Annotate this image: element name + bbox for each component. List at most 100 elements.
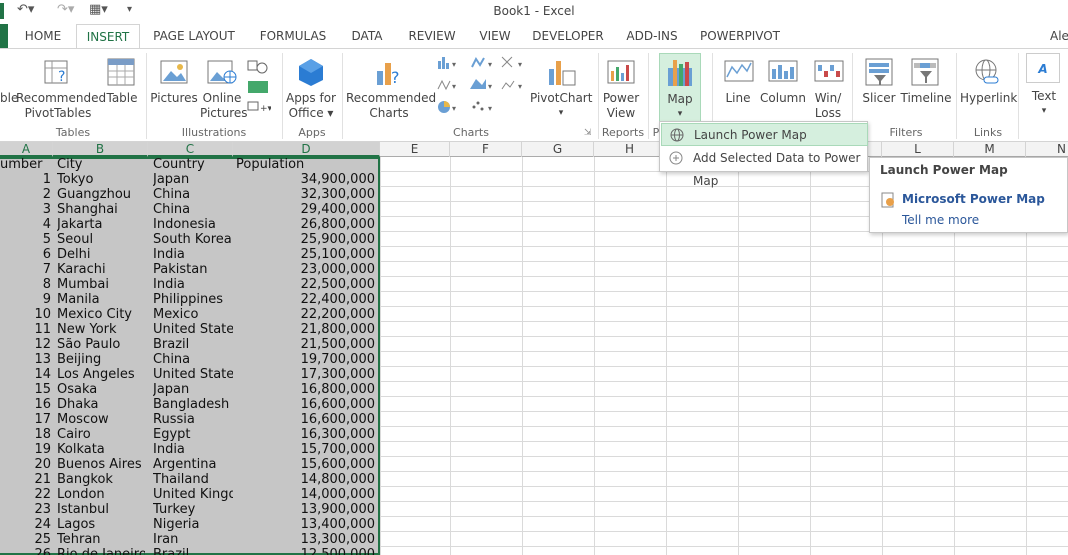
tooltip-power-map-link[interactable]: Microsoft Power Map	[902, 192, 1045, 206]
cell-number[interactable]: 9	[0, 292, 53, 307]
cell-number[interactable]: 5	[0, 232, 53, 247]
cell-number[interactable]: 1	[0, 172, 53, 187]
cell-country[interactable]: United State	[153, 367, 233, 382]
cell-country[interactable]: United Kingd	[153, 487, 233, 502]
cell-country[interactable]: Indonesia	[153, 217, 233, 232]
cell-population[interactable]: 32,300,000	[236, 187, 377, 202]
cell-city[interactable]: Los Angeles	[57, 367, 145, 382]
map-button[interactable]: Map ▾	[659, 53, 701, 123]
cell-city[interactable]: São Paulo	[57, 337, 145, 352]
cell-country[interactable]: Brazil	[153, 337, 233, 352]
recommended-pivottables-button[interactable]: Recommended PivotTables	[16, 91, 106, 121]
header-population[interactable]: Population	[236, 157, 377, 172]
account-name[interactable]: Ale	[1050, 24, 1068, 48]
sparkline-column-button[interactable]: Column	[760, 91, 806, 106]
cell-city[interactable]: Seoul	[57, 232, 145, 247]
online-pictures-button[interactable]: Online Pictures	[200, 91, 248, 121]
cell-number[interactable]: 10	[0, 307, 53, 322]
column-header-b[interactable]: B	[53, 142, 148, 157]
tab-view[interactable]: VIEW	[474, 24, 516, 48]
cell-population[interactable]: 25,900,000	[236, 232, 377, 247]
cell-country[interactable]: Pakistan	[153, 262, 233, 277]
cell-population[interactable]: 25,100,000	[236, 247, 377, 262]
cell-number[interactable]: 21	[0, 472, 53, 487]
cell-population[interactable]: 14,000,000	[236, 487, 377, 502]
column-header-h[interactable]: H	[594, 142, 666, 157]
cell-city[interactable]: Osaka	[57, 382, 145, 397]
column-header-n[interactable]: N	[1026, 142, 1068, 157]
cell-number[interactable]: 13	[0, 352, 53, 367]
cell-number[interactable]: 11	[0, 322, 53, 337]
cell-population[interactable]: 16,800,000	[236, 382, 377, 397]
cell-city[interactable]: Bangkok	[57, 472, 145, 487]
power-view-button[interactable]: Power View	[600, 91, 642, 121]
cell-number[interactable]: 26	[0, 547, 53, 555]
cell-city[interactable]: Dhaka	[57, 397, 145, 412]
cell-country[interactable]: India	[153, 247, 233, 262]
cell-country[interactable]: China	[153, 187, 233, 202]
sparkline-line-button[interactable]: Line	[718, 91, 758, 106]
cell-number[interactable]: 17	[0, 412, 53, 427]
cell-population[interactable]: 15,700,000	[236, 442, 377, 457]
add-selected-data-item[interactable]: Add Selected Data to Power Map	[661, 147, 868, 188]
recommended-charts-button[interactable]: Recommended Charts	[346, 91, 436, 121]
tab-home[interactable]: HOME	[14, 24, 72, 48]
cell-number[interactable]: 25	[0, 532, 53, 547]
column-header-a[interactable]: A	[0, 142, 53, 157]
pivotchart-button[interactable]: PivotChart ▾	[530, 91, 592, 121]
cell-population[interactable]: 16,600,000	[236, 412, 377, 427]
cell-population[interactable]: 26,800,000	[236, 217, 377, 232]
cell-country[interactable]: Japan	[153, 382, 233, 397]
cell-country[interactable]: Philippines	[153, 292, 233, 307]
cell-population[interactable]: 22,500,000	[236, 277, 377, 292]
cell-city[interactable]: Manila	[57, 292, 145, 307]
cell-country[interactable]: Russia	[153, 412, 233, 427]
cell-number[interactable]: 3	[0, 202, 53, 217]
tab-developer[interactable]: DEVELOPER	[528, 24, 608, 48]
cell-population[interactable]: 29,400,000	[236, 202, 377, 217]
cell-city[interactable]: London	[57, 487, 145, 502]
cell-city[interactable]: Moscow	[57, 412, 145, 427]
chart-types-icon[interactable]: ▾ ▾ ▾ ▾ ▾ ▾ ▾ ▾	[436, 55, 530, 119]
column-header-c[interactable]: C	[148, 142, 233, 157]
cell-population[interactable]: 16,600,000	[236, 397, 377, 412]
cell-city[interactable]: Guangzhou	[57, 187, 145, 202]
cell-country[interactable]: China	[153, 352, 233, 367]
cell-number[interactable]: 15	[0, 382, 53, 397]
pictures-button[interactable]: Pictures	[150, 91, 198, 106]
shapes-icon[interactable]	[247, 59, 271, 75]
text-button[interactable]: Text ▾	[1022, 89, 1066, 119]
cell-city[interactable]: Mexico City	[57, 307, 145, 322]
tab-powerpivot[interactable]: POWERPIVOT	[696, 24, 784, 48]
header-number[interactable]: umber	[0, 157, 53, 172]
cell-city[interactable]: Mumbai	[57, 277, 145, 292]
column-header-f[interactable]: F	[450, 142, 522, 157]
cell-city[interactable]: Istanbul	[57, 502, 145, 517]
pivottable-button[interactable]: ble	[0, 91, 18, 106]
column-header-g[interactable]: G	[522, 142, 594, 157]
cell-city[interactable]: Cairo	[57, 427, 145, 442]
cell-city[interactable]: Tokyo	[57, 172, 145, 187]
cell-country[interactable]: India	[153, 277, 233, 292]
cell-city[interactable]: Delhi	[57, 247, 145, 262]
tab-page-layout[interactable]: PAGE LAYOUT	[146, 24, 242, 48]
cell-country[interactable]: Brazil	[153, 547, 233, 555]
cell-population[interactable]: 13,900,000	[236, 502, 377, 517]
cell-country[interactable]: United State	[153, 322, 233, 337]
cell-population[interactable]: 17,300,000	[236, 367, 377, 382]
cell-population[interactable]: 15,600,000	[236, 457, 377, 472]
sparkline-winloss-button[interactable]: Win/ Loss	[808, 91, 848, 121]
cell-population[interactable]: 21,800,000	[236, 322, 377, 337]
charts-dialog-launcher-icon[interactable]: ⇲	[584, 128, 592, 138]
cell-population[interactable]: 22,400,000	[236, 292, 377, 307]
apps-for-office-button[interactable]: Apps for Office ▾	[284, 91, 338, 121]
tab-data[interactable]: DATA	[344, 24, 390, 48]
cell-number[interactable]: 12	[0, 337, 53, 352]
column-header-l[interactable]: L	[882, 142, 954, 157]
cell-number[interactable]: 16	[0, 397, 53, 412]
cell-population[interactable]: 16,300,000	[236, 427, 377, 442]
cell-population[interactable]: 14,800,000	[236, 472, 377, 487]
header-city[interactable]: City	[57, 157, 145, 172]
cell-city[interactable]: Kolkata	[57, 442, 145, 457]
cell-city[interactable]: Beijing	[57, 352, 145, 367]
